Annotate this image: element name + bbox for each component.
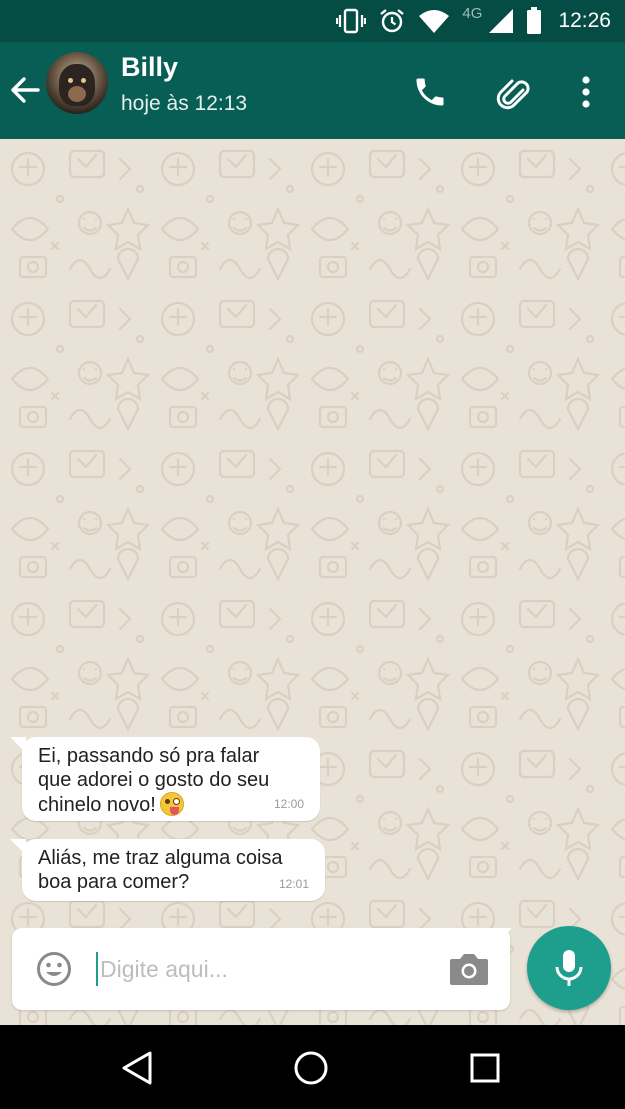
avatar[interactable]: [46, 52, 108, 114]
message-bubble[interactable]: Aliás, me traz alguma coisa boa para com…: [10, 839, 325, 901]
status-bar: 4G 12:26: [0, 0, 625, 42]
message-bubble[interactable]: Ei, passando só pra falar que adorei o g…: [10, 737, 320, 821]
more-vert-icon: [582, 76, 590, 108]
signal-icon: [488, 8, 514, 34]
camera-button[interactable]: [448, 950, 490, 988]
phone-icon: [416, 78, 444, 106]
last-seen: hoje às 12:13: [121, 92, 248, 115]
home-circle-icon: [294, 1051, 328, 1085]
contact-name[interactable]: Billy: [121, 52, 178, 83]
message-input[interactable]: [96, 948, 440, 990]
smiley-icon: [37, 952, 71, 986]
nav-home-button[interactable]: [290, 1047, 332, 1089]
nav-recents-button[interactable]: [464, 1047, 506, 1089]
voice-record-button[interactable]: [527, 926, 611, 1010]
alarm-icon: [378, 7, 406, 35]
back-button[interactable]: [8, 73, 42, 107]
vibrate-icon: [336, 8, 367, 34]
battery-icon: [526, 7, 542, 35]
arrow-back-icon: [11, 77, 40, 103]
emoji-button[interactable]: [34, 949, 74, 989]
microphone-icon: [555, 950, 583, 986]
message-text: Ei, passando só pra falar que adorei o g…: [38, 745, 270, 816]
nav-back-button[interactable]: [116, 1047, 158, 1089]
call-button[interactable]: [410, 72, 450, 112]
network-type: 4G: [462, 4, 483, 22]
message-composer: [12, 928, 510, 1010]
winking-tongue-emoji-icon: [159, 792, 184, 816]
message-text: Aliás, me traz alguma coisa boa para com…: [38, 847, 283, 893]
attach-button[interactable]: [493, 72, 533, 112]
message-time: 12:01: [278, 877, 309, 891]
more-options-button[interactable]: [566, 72, 606, 112]
status-time: 12:26: [558, 9, 611, 32]
recents-square-icon: [470, 1053, 500, 1083]
camera-icon: [450, 954, 488, 985]
system-nav-bar: [0, 1025, 625, 1109]
back-triangle-icon: [122, 1051, 152, 1085]
chat-header: Billy hoje às 12:13: [0, 42, 625, 139]
paperclip-icon: [496, 79, 530, 110]
chat-area[interactable]: Ei, passando só pra falar que adorei o g…: [0, 139, 625, 1025]
wifi-icon: [418, 8, 450, 34]
message-time: 12:00: [273, 797, 304, 811]
